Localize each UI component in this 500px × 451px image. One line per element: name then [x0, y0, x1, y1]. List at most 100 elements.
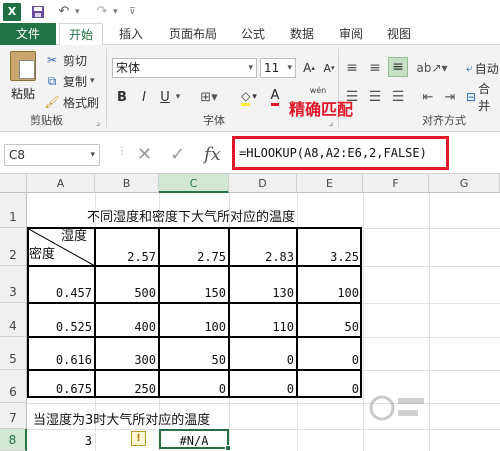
redo-icon[interactable]: ↷ [93, 3, 111, 21]
decrease-font-icon[interactable]: A ▾ [320, 58, 338, 78]
tab-data[interactable]: 数据 [285, 23, 319, 45]
humidity-value[interactable]: 2.75 [160, 244, 229, 266]
wrap-text-button[interactable]: ⤶ 自动 [466, 58, 500, 78]
brush-icon: 🖌 [44, 95, 60, 109]
table-cell[interactable]: 0 [230, 347, 297, 369]
insert-function-icon[interactable]: fx [204, 144, 221, 165]
row-header-3[interactable]: 3 [0, 266, 27, 303]
increase-indent-icon[interactable]: ⇥ [440, 87, 460, 107]
save-icon[interactable] [29, 3, 47, 21]
density-value[interactable]: 0.457 [29, 280, 95, 302]
table-cell[interactable]: 400 [96, 314, 159, 336]
cancel-icon[interactable]: ✕ [137, 144, 152, 165]
row-header-4[interactable]: 4 [0, 303, 27, 337]
chevron-down-icon: ▾ [248, 63, 253, 73]
tab-review[interactable]: 审阅 [334, 23, 368, 45]
font-name-select[interactable]: 宋体 ▾ [112, 58, 257, 78]
table-cell[interactable]: 50 [160, 347, 229, 369]
row-header-2[interactable]: 2 [0, 228, 27, 266]
tab-view[interactable]: 视图 [382, 23, 416, 45]
tab-page-layout[interactable]: 页面布局 [163, 23, 223, 45]
undo-dropdown-icon[interactable]: ▾ [75, 7, 85, 17]
select-all-corner[interactable] [0, 174, 27, 193]
align-bottom-icon[interactable]: ≡ [388, 57, 408, 77]
humidity-value[interactable]: 2.83 [230, 244, 297, 266]
table-cell[interactable]: 0 [298, 376, 362, 398]
column-header-g[interactable]: G [429, 174, 500, 193]
ribbon-tabs: 文件 开始 插入 页面布局 公式 数据 审阅 视图 [0, 23, 500, 46]
table-cell[interactable]: 130 [230, 280, 297, 302]
redo-dropdown-icon[interactable]: ▾ [113, 7, 123, 17]
tab-formulas[interactable]: 公式 [236, 23, 270, 45]
column-header-c[interactable]: C [159, 174, 229, 193]
cell-a7-caption[interactable]: 当湿度为3时大气所对应的温度 [30, 410, 213, 430]
borders-icon[interactable]: ⊞▾ [196, 87, 222, 107]
clipboard-group-label: 剪贴板 [30, 114, 63, 127]
paste-button[interactable]: 粘贴 [6, 51, 40, 111]
format-painter-label: 格式刷 [63, 95, 100, 110]
name-box[interactable]: C8 ▾ [4, 144, 100, 166]
table-cell[interactable]: 500 [96, 280, 159, 302]
cut-label: 剪切 [63, 53, 88, 68]
copy-button[interactable]: ⧉ 复制 ▾ [44, 72, 95, 90]
align-center-icon[interactable]: ☰ [365, 87, 385, 107]
customize-toolbar-icon[interactable]: ⊽ [129, 7, 139, 17]
humidity-value[interactable]: 3.25 [298, 244, 362, 266]
divider [106, 49, 107, 127]
align-middle-icon[interactable]: ≡ [365, 58, 385, 78]
underline-dropdown-icon[interactable]: ▾ [173, 87, 183, 107]
fill-color-icon[interactable]: ◇ ▾ [236, 87, 262, 107]
row-header-6[interactable]: 6 [0, 370, 27, 403]
excel-logo-icon[interactable]: X [3, 2, 21, 21]
orientation-icon[interactable]: ab↗▾ [416, 58, 447, 78]
table-cell[interactable]: 100 [160, 314, 229, 336]
table-cell[interactable]: 50 [298, 314, 362, 336]
tab-insert[interactable]: 插入 [113, 23, 149, 45]
formula-input[interactable]: =HLOOKUP(A8,A2:E6,2,FALSE) [232, 136, 449, 170]
table-cell[interactable]: 0 [160, 376, 229, 398]
undo-icon[interactable]: ↶ [55, 3, 73, 21]
humidity-value[interactable]: 2.57 [96, 244, 159, 266]
table-cell[interactable]: 0 [230, 376, 297, 398]
copy-dropdown-icon[interactable]: ▾ [90, 76, 95, 86]
error-warning-icon[interactable]: ! [131, 431, 146, 446]
formula-bar: C8 ▾ ⋮ ✕ ✓ fx =HLOOKUP(A8,A2:E6,2,FALSE) [0, 132, 500, 174]
column-header-f[interactable]: F [363, 174, 429, 193]
enter-icon[interactable]: ✓ [170, 144, 185, 165]
italic-button[interactable]: I [136, 87, 152, 107]
tab-home[interactable]: 开始 [59, 23, 103, 46]
increase-font-icon[interactable]: A ▴ [300, 58, 318, 78]
density-value[interactable]: 0.675 [29, 376, 95, 398]
cell-a1-title[interactable]: 不同湿度和密度下大气所对应的温度 [84, 207, 298, 227]
table-cell[interactable]: 100 [298, 280, 362, 302]
column-header-e[interactable]: E [297, 174, 363, 193]
align-top-icon[interactable]: ≡ [342, 58, 362, 78]
tab-file[interactable]: 文件 [0, 23, 56, 45]
bold-button[interactable]: B [114, 87, 130, 107]
column-header-d[interactable]: D [229, 174, 297, 193]
clipboard-launcher-icon[interactable]: ⌟ [93, 113, 103, 133]
merge-center-button[interactable]: ⊟ 合并 [466, 82, 500, 113]
cut-button[interactable]: ✂ 剪切 [44, 51, 87, 69]
row-header-8[interactable]: 8 [0, 429, 27, 451]
font-size-select[interactable]: 11 ▾ [260, 58, 296, 78]
format-painter-button[interactable]: 🖌 格式刷 [44, 93, 99, 111]
table-cell[interactable]: 150 [160, 280, 229, 302]
density-value[interactable]: 0.525 [29, 314, 95, 336]
table-border-line [27, 336, 362, 338]
decrease-indent-icon[interactable]: ⇤ [418, 87, 438, 107]
column-header-b[interactable]: B [95, 174, 159, 193]
font-color-icon[interactable]: A [268, 87, 282, 107]
cell-a8-input[interactable]: 3 [29, 430, 95, 450]
density-value[interactable]: 0.616 [29, 347, 95, 369]
table-cell[interactable]: 110 [230, 314, 297, 336]
table-cell[interactable]: 0 [298, 347, 362, 369]
align-right-icon[interactable]: ☰ [388, 87, 408, 107]
underline-button[interactable]: U [157, 87, 173, 107]
table-cell[interactable]: 250 [96, 376, 159, 398]
row-header-7[interactable]: 7 [0, 403, 27, 429]
row-header-5[interactable]: 5 [0, 337, 27, 370]
row-header-1[interactable]: 1 [0, 193, 27, 228]
table-cell[interactable]: 300 [96, 347, 159, 369]
column-header-a[interactable]: A [27, 174, 95, 193]
